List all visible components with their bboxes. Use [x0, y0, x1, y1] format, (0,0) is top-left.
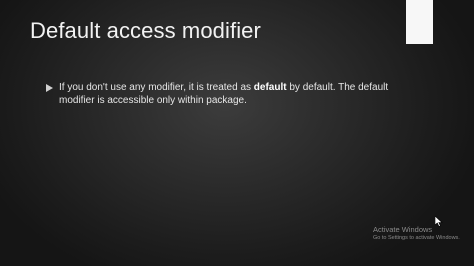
mouse-pointer-icon: [434, 214, 443, 227]
activate-windows-subtitle: Go to Settings to activate Windows.: [373, 235, 460, 241]
triangle-bullet-icon: [46, 83, 58, 95]
bullet-text-bold: default: [253, 82, 287, 93]
slide-title: Default access modifier: [30, 18, 261, 43]
activate-windows-title: Activate Windows: [373, 225, 433, 234]
activate-windows-watermark: Activate Windows Go to Settings to activ…: [373, 225, 460, 242]
slide-accent-block: [406, 0, 433, 44]
mouse-pointer-icon-glyph: [434, 215, 443, 227]
presentation-slide: Default access modifier If you don't use…: [0, 0, 474, 266]
bullet-text-before: If you don't use any modifier, it is tre…: [59, 82, 254, 93]
triangle-bullet-icon-glyph: [46, 84, 53, 92]
bullet-point-text: If you don't use any modifier, it is tre…: [59, 81, 399, 107]
